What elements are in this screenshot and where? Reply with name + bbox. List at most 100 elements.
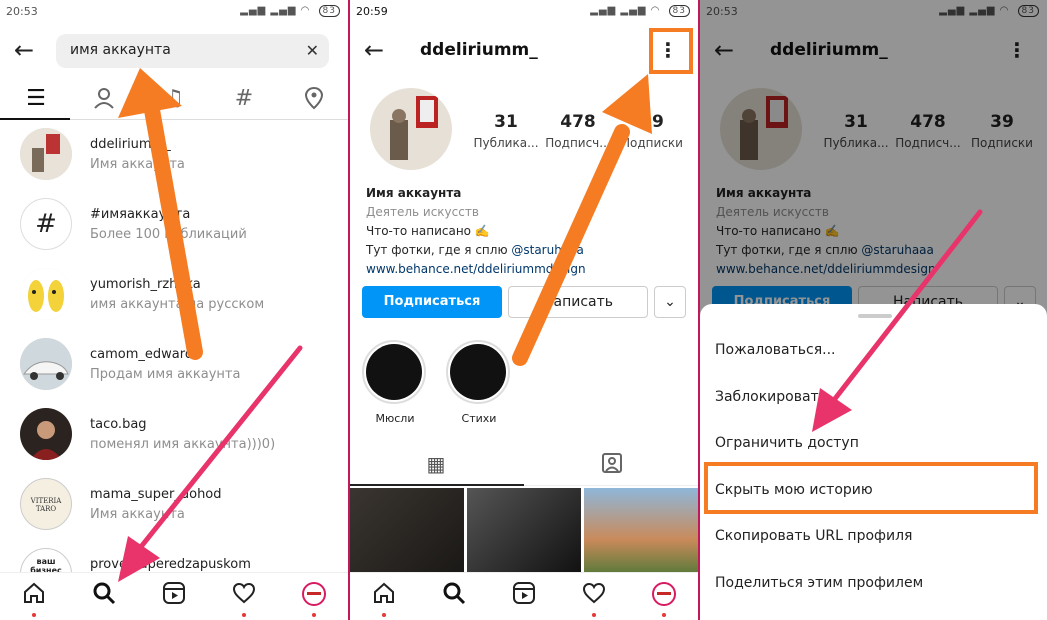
avatar <box>20 268 72 320</box>
stat-label: Подписки <box>621 136 683 150</box>
result-name: yumorish_rzhaka <box>90 277 201 292</box>
result-name: #имяаккаунта <box>90 207 191 222</box>
battery-level: 83 <box>318 5 340 17</box>
post-thumbnail[interactable] <box>350 488 464 574</box>
notification-dot <box>662 613 666 617</box>
profile-avatar-icon[interactable] <box>296 581 332 617</box>
search-icon[interactable] <box>436 581 472 613</box>
profile-menu-screen: 20:53 ▂▄▆ ▂▄▆ ◠ 83 ← ddeliriumm_ ⋮ 31 Пу… <box>700 0 1047 620</box>
highlight-box <box>704 462 1038 514</box>
result-sub: Имя аккаунта <box>90 157 185 172</box>
stat-following[interactable]: 39 Подписки <box>612 112 692 150</box>
result-name: taco.bag <box>90 417 147 432</box>
result-name: ddeliriumm_ <box>90 137 171 152</box>
battery-level: 83 <box>668 5 690 17</box>
bio-link[interactable]: www.behance.net/ddeliriummdesign <box>366 260 586 279</box>
avatar <box>20 408 72 460</box>
notification-dot <box>242 613 246 617</box>
result-sub: имя аккаунта на русском <box>90 297 265 312</box>
list-item[interactable]: taco.bag поменял имя аккаунта)))0) <box>20 408 340 464</box>
back-arrow-icon[interactable]: ← <box>364 36 384 64</box>
bio-text: Тут фотки, где я сплю <box>366 243 512 257</box>
active-tab-indicator <box>350 484 524 486</box>
status-icons: ▂▄▆ ▂▄▆ ◠ 83 <box>240 5 340 17</box>
story-ring <box>446 340 510 404</box>
menu-item-report[interactable]: Пожаловаться... <box>715 342 836 358</box>
post-thumbnail[interactable] <box>584 488 698 574</box>
home-icon[interactable] <box>366 581 402 617</box>
result-sub: Имя аккаунта <box>90 507 185 522</box>
notification-dot <box>382 613 386 617</box>
audio-tab-icon[interactable]: ♫ <box>154 86 194 111</box>
result-sub: поменял имя аккаунта)))0) <box>90 437 276 452</box>
list-item[interactable]: yumorish_rzhaka имя аккаунта на русском <box>20 268 340 324</box>
follow-button[interactable]: Подписаться <box>362 286 502 318</box>
bio-category: Деятель искусств <box>366 205 479 219</box>
tags-tab-icon[interactable]: # <box>224 86 264 111</box>
heart-icon[interactable] <box>226 581 262 617</box>
profile-header: ← ddeliriumm_ ⋮ <box>350 30 698 74</box>
chevron-down-icon[interactable]: ⌄ <box>654 286 686 318</box>
list-item[interactable]: camom_edward Продам имя аккаунта <box>20 338 340 394</box>
clear-icon[interactable]: ✕ <box>306 41 319 60</box>
bio-mention[interactable]: @staruhaaa <box>511 243 584 257</box>
story-highlight[interactable]: Стихи <box>446 340 512 425</box>
avatar <box>20 128 72 180</box>
story-label: Мюсли <box>375 412 415 425</box>
message-button[interactable]: Написать <box>508 286 648 318</box>
avatar: VITERIA TARO <box>20 478 72 530</box>
result-sub: Продам имя аккаунта <box>90 367 241 382</box>
menu-item-block[interactable]: Заблокировать <box>715 389 827 405</box>
avatar <box>20 338 72 390</box>
profile-avatar <box>370 88 452 170</box>
avatar-logo-text: VITERIA TARO <box>30 497 62 513</box>
places-tab-icon[interactable] <box>294 86 334 116</box>
bottom-nav <box>0 572 348 620</box>
menu-item-share-profile[interactable]: Поделиться этим профилем <box>715 575 923 591</box>
search-input[interactable] <box>70 42 290 58</box>
active-tab-indicator <box>0 118 70 120</box>
notification-dot <box>32 613 36 617</box>
stat-posts[interactable]: 31 Публика... <box>466 112 546 150</box>
post-thumbnail[interactable] <box>467 488 581 574</box>
back-arrow-icon[interactable]: ← <box>14 36 34 64</box>
stat-label: Подписч... <box>545 136 611 150</box>
list-item[interactable]: ddeliriumm_ Имя аккаунта <box>20 128 340 184</box>
bottom-sheet-menu: Пожаловаться... Заблокировать Ограничить… <box>700 304 1047 620</box>
list-item[interactable]: # #имяаккаунта Более 100 публикаций <box>20 198 340 254</box>
result-name: mama_super_dohod <box>90 487 222 502</box>
profile-grid-tabs: ▦ <box>350 446 698 486</box>
list-item[interactable]: VITERIA TARO mama_super_dohod Имя аккаун… <box>20 478 340 534</box>
sheet-handle[interactable] <box>858 314 892 318</box>
result-sub: Более 100 публикаций <box>90 227 247 242</box>
search-box[interactable]: ✕ <box>56 34 329 68</box>
menu-item-restrict[interactable]: Ограничить доступ <box>715 435 859 451</box>
highlight-box <box>649 28 693 74</box>
stat-number: 39 <box>640 112 664 132</box>
accounts-tab-icon[interactable] <box>84 86 124 116</box>
search-filter-tabs: ☰ ♫ # <box>0 82 348 120</box>
home-icon[interactable] <box>16 581 52 617</box>
heart-icon[interactable] <box>576 581 612 617</box>
bio-name: Имя аккаунта <box>366 186 462 200</box>
notification-dot <box>312 613 316 617</box>
status-bar: 20:59 ▂▄▆ ▂▄▆ ◠ 83 <box>350 0 698 24</box>
story-cover <box>450 344 506 400</box>
notification-dot <box>592 613 596 617</box>
reels-icon[interactable] <box>506 581 542 613</box>
tagged-icon[interactable] <box>582 452 642 479</box>
profile-username: ddeliriumm_ <box>420 40 538 60</box>
status-time: 20:59 <box>356 5 388 18</box>
status-icons: ▂▄▆ ▂▄▆ ◠ 83 <box>590 5 690 17</box>
top-tab-icon[interactable]: ☰ <box>16 86 56 111</box>
search-icon[interactable] <box>86 581 122 613</box>
stat-label: Публика... <box>473 136 539 150</box>
story-ring <box>362 340 426 404</box>
grid-icon[interactable]: ▦ <box>406 452 466 476</box>
menu-item-copy-url[interactable]: Скопировать URL профиля <box>715 528 912 544</box>
reels-icon[interactable] <box>156 581 192 613</box>
stat-followers[interactable]: 478 Подписч... <box>538 112 618 150</box>
result-name: proverkaperedzapuskom <box>90 557 251 572</box>
story-highlight[interactable]: Мюсли <box>362 340 428 425</box>
profile-avatar-icon[interactable] <box>646 581 682 617</box>
